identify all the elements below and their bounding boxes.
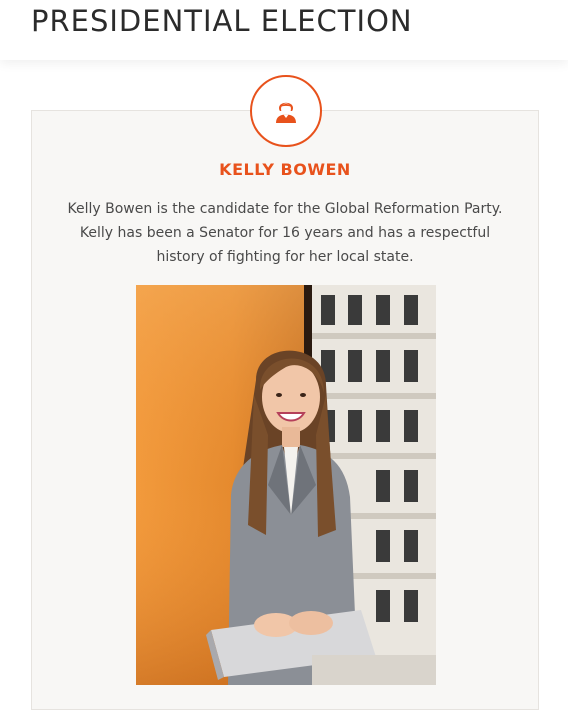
page-header: PRESIDENTIAL ELECTION — [0, 0, 568, 60]
page-title: PRESIDENTIAL ELECTION — [31, 4, 413, 38]
candidate-bio: Kelly Bowen is the candidate for the Glo… — [67, 201, 503, 265]
portrait-photo — [136, 285, 436, 685]
candidate-name: KELLY BOWEN — [219, 160, 351, 179]
person-icon — [276, 102, 296, 123]
candidate-avatar-badge — [250, 75, 322, 147]
